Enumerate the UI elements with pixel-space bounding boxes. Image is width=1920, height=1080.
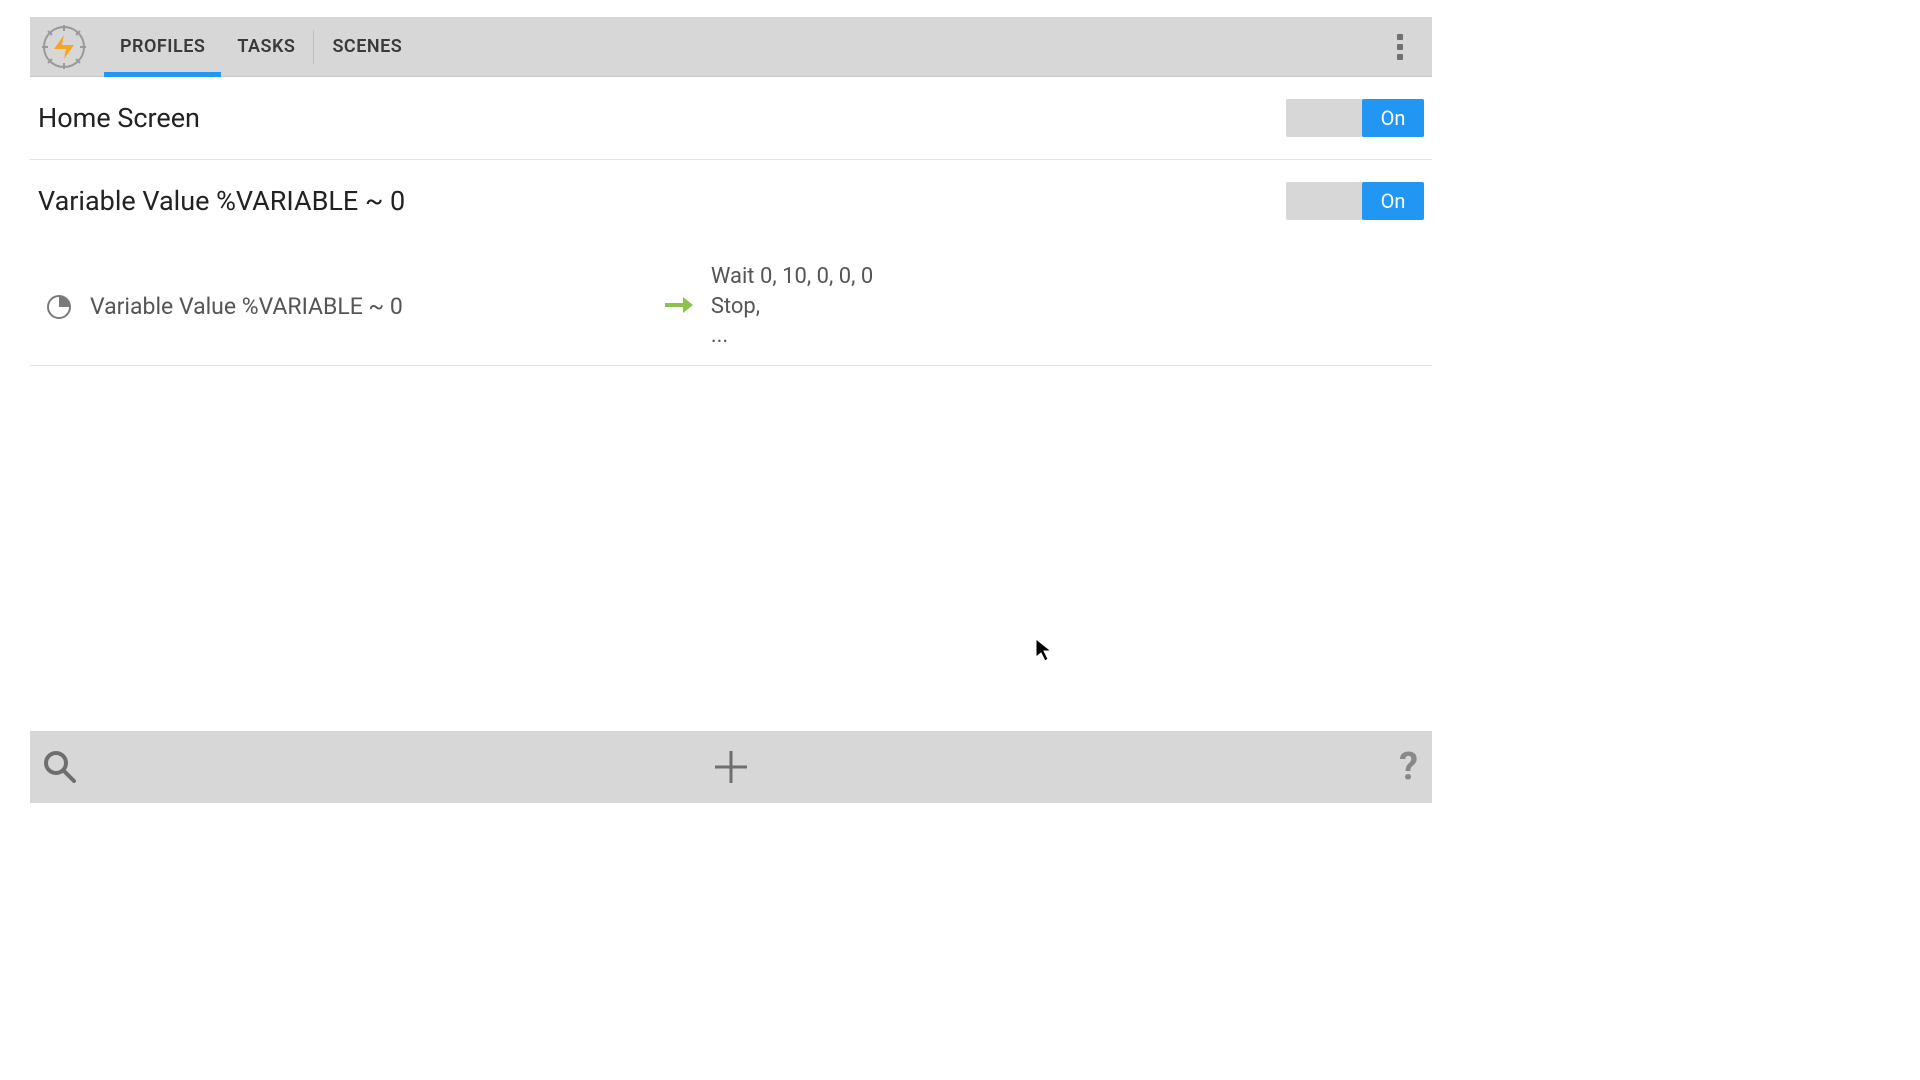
- profile-toggle[interactable]: On: [1286, 182, 1424, 220]
- toggle-knob: On: [1362, 99, 1424, 137]
- enter-task-arrow-icon: [663, 293, 693, 321]
- topbar: PROFILES TASKS SCENES: [30, 17, 1432, 77]
- context-label[interactable]: Variable Value %VARIABLE ~ 0: [90, 293, 403, 320]
- search-icon[interactable]: [40, 747, 80, 787]
- tasker-window: PROFILES TASKS SCENES Home Screen On Var…: [30, 17, 1432, 803]
- add-icon[interactable]: [709, 745, 753, 789]
- tabs: PROFILES TASKS SCENES: [104, 17, 418, 76]
- overflow-menu-icon[interactable]: [1380, 27, 1420, 67]
- tab-separator: [313, 30, 314, 64]
- task-summary[interactable]: Wait 0, 10, 0, 0, 0 Stop, ...: [711, 262, 873, 351]
- profile-title[interactable]: Variable Value %VARIABLE ~ 0: [38, 185, 1286, 217]
- profile-title[interactable]: Home Screen: [38, 102, 1286, 134]
- tab-scenes[interactable]: SCENES: [316, 17, 418, 76]
- cursor-icon: [1035, 638, 1053, 662]
- tab-profiles[interactable]: PROFILES: [104, 17, 221, 76]
- profile-expanded-row[interactable]: Variable Value %VARIABLE ~ 0 Wait 0, 10,…: [30, 242, 1432, 366]
- variable-context-icon: [46, 294, 72, 320]
- help-icon[interactable]: ?: [1399, 745, 1418, 789]
- task-line: Stop,: [711, 292, 873, 322]
- profile-toggle[interactable]: On: [1286, 99, 1424, 137]
- profile-row[interactable]: Home Screen On: [30, 77, 1432, 160]
- profile-row[interactable]: Variable Value %VARIABLE ~ 0 On: [30, 160, 1432, 242]
- bottombar: ?: [30, 731, 1432, 803]
- tab-tasks[interactable]: TASKS: [221, 17, 311, 76]
- task-line: Wait 0, 10, 0, 0, 0: [711, 262, 873, 292]
- toggle-knob: On: [1362, 182, 1424, 220]
- task-line: ...: [711, 321, 873, 351]
- tasker-logo-icon: [42, 25, 86, 69]
